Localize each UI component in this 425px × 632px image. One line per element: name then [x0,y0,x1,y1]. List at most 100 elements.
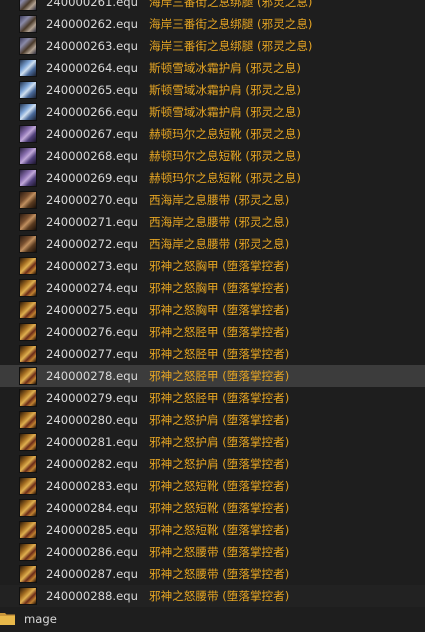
file-description: 赫顿玛尔之息短靴 (邪灵之息) [149,127,301,141]
file-name: 240000276.equ [46,325,138,339]
file-thumbnail-icon [19,389,37,407]
file-description: 邪神之怒胸甲 (堕落掌控者) [149,281,290,295]
file-description: 赫顿玛尔之息短靴 (邪灵之息) [149,149,301,163]
file-thumbnail-icon [19,37,37,55]
file-thumbnail-icon [19,477,37,495]
file-name: 240000271.equ [46,215,138,229]
file-thumbnail-icon [19,367,37,385]
file-description: 海岸三番街之息绑腿 (邪灵之息) [149,0,313,9]
file-item[interactable]: 240000271.equ 西海岸之息腰带 (邪灵之息) [0,211,425,233]
file-description: 西海岸之息腰带 (邪灵之息) [149,237,290,251]
file-item[interactable]: 240000286.equ 邪神之怒腰带 (堕落掌控者) [0,541,425,563]
file-name: 240000269.equ [46,171,138,185]
file-description: 邪神之怒短靴 (堕落掌控者) [149,523,290,537]
file-name: 240000262.equ [46,17,138,31]
file-thumbnail-icon [19,191,37,209]
file-item[interactable]: 240000275.equ 邪神之怒胸甲 (堕落掌控者) [0,299,425,321]
file-thumbnail-icon [19,301,37,319]
file-description: 邪神之怒腰带 (堕落掌控者) [149,589,290,603]
file-item[interactable]: 240000285.equ 邪神之怒短靴 (堕落掌控者) [0,519,425,541]
file-thumbnail-icon [19,81,37,99]
folder-icon [0,613,15,625]
file-description: 赫顿玛尔之息短靴 (邪灵之息) [149,171,301,185]
file-description: 邪神之怒胫甲 (堕落掌控者) [149,369,290,383]
file-thumbnail-icon [19,235,37,253]
file-thumbnail-icon [19,455,37,473]
file-item[interactable]: 240000288.equ 邪神之怒腰带 (堕落掌控者) [0,585,425,607]
file-name: 240000287.equ [46,567,138,581]
file-description: 邪神之怒胫甲 (堕落掌控者) [149,325,290,339]
file-name: 240000286.equ [46,545,138,559]
folder-label: mage [24,612,57,626]
file-description: 邪神之怒腰带 (堕落掌控者) [149,545,290,559]
file-thumbnail-icon [19,565,37,583]
file-item[interactable]: 240000274.equ 邪神之怒胸甲 (堕落掌控者) [0,277,425,299]
file-item[interactable]: 240000280.equ 邪神之怒护肩 (堕落掌控者) [0,409,425,431]
file-description: 邪神之怒短靴 (堕落掌控者) [149,501,290,515]
file-name: 240000265.equ [46,83,138,97]
file-description: 邪神之怒短靴 (堕落掌控者) [149,479,290,493]
file-item[interactable]: 240000262.equ 海岸三番街之息绑腿 (邪灵之息) [0,13,425,35]
file-thumbnail-icon [19,345,37,363]
file-description: 斯顿雪域冰霜护肩 (邪灵之息) [149,83,301,97]
file-name: 240000264.equ [46,61,138,75]
file-item[interactable]: 240000277.equ 邪神之怒胫甲 (堕落掌控者) [0,343,425,365]
file-thumbnail-icon [19,323,37,341]
file-item[interactable]: 240000284.equ 邪神之怒短靴 (堕落掌控者) [0,497,425,519]
file-item[interactable]: 240000267.equ 赫顿玛尔之息短靴 (邪灵之息) [0,123,425,145]
file-thumbnail-icon [19,433,37,451]
file-item[interactable]: 240000261.equ 海岸三番街之息绑腿 (邪灵之息) [0,0,425,13]
file-thumbnail-icon [19,125,37,143]
file-item[interactable]: 240000282.equ 邪神之怒护肩 (堕落掌控者) [0,453,425,475]
file-name: 240000281.equ [46,435,138,449]
file-item[interactable]: 240000279.equ 邪神之怒胫甲 (堕落掌控者) [0,387,425,409]
file-thumbnail-icon [19,279,37,297]
file-name: 240000280.equ [46,413,138,427]
file-name: 240000261.equ [46,0,138,9]
file-item[interactable]: 240000276.equ 邪神之怒胫甲 (堕落掌控者) [0,321,425,343]
file-thumbnail-icon [19,543,37,561]
file-item[interactable]: 240000270.equ 西海岸之息腰带 (邪灵之息) [0,189,425,211]
file-description: 邪神之怒护肩 (堕落掌控者) [149,435,290,449]
file-item[interactable]: 240000273.equ 邪神之怒胸甲 (堕落掌控者) [0,255,425,277]
file-list: 240000261.equ 海岸三番街之息绑腿 (邪灵之息) 240000262.e… [0,0,425,607]
file-name: 240000284.equ [46,501,138,515]
file-item[interactable]: 240000263.equ 海岸三番街之息绑腿 (邪灵之息) [0,35,425,57]
file-thumbnail-icon [19,169,37,187]
file-name: 240000283.equ [46,479,138,493]
file-description: 斯顿雪域冰霜护肩 (邪灵之息) [149,61,301,75]
file-thumbnail-icon [19,147,37,165]
file-thumbnail-icon [19,15,37,33]
file-name: 240000285.equ [46,523,138,537]
file-thumbnail-icon [19,59,37,77]
file-item[interactable]: 240000287.equ 邪神之怒腰带 (堕落掌控者) [0,563,425,585]
file-item[interactable]: 240000265.equ 斯顿雪域冰霜护肩 (邪灵之息) [0,79,425,101]
file-description: 邪神之怒胸甲 (堕落掌控者) [149,303,290,317]
file-description: 海岸三番街之息绑腿 (邪灵之息) [149,39,313,53]
file-item[interactable]: 240000266.equ 斯顿雪域冰霜护肩 (邪灵之息) [0,101,425,123]
file-thumbnail-icon [19,411,37,429]
file-description: 海岸三番街之息绑腿 (邪灵之息) [149,17,313,31]
file-name: 240000267.equ [46,127,138,141]
file-item[interactable]: 240000283.equ 邪神之怒短靴 (堕落掌控者) [0,475,425,497]
file-name: 240000273.equ [46,259,138,273]
file-description: 邪神之怒胸甲 (堕落掌控者) [149,259,290,273]
file-thumbnail-icon [19,499,37,517]
file-name: 240000272.equ [46,237,138,251]
file-name: 240000279.equ [46,391,138,405]
file-item[interactable]: 240000278.equ 邪神之怒胫甲 (堕落掌控者) [0,365,425,387]
file-item[interactable]: 240000264.equ 斯顿雪域冰霜护肩 (邪灵之息) [0,57,425,79]
file-name: 240000282.equ [46,457,138,471]
file-thumbnail-icon [19,103,37,121]
file-item[interactable]: 240000269.equ 赫顿玛尔之息短靴 (邪灵之息) [0,167,425,189]
folder-item-mage[interactable]: mage [0,607,425,632]
file-thumbnail-icon [19,213,37,231]
file-description: 邪神之怒胫甲 (堕落掌控者) [149,347,290,361]
file-thumbnail-icon [19,587,37,605]
file-description: 西海岸之息腰带 (邪灵之息) [149,215,290,229]
file-name: 240000277.equ [46,347,138,361]
file-item[interactable]: 240000272.equ 西海岸之息腰带 (邪灵之息) [0,233,425,255]
file-description: 斯顿雪域冰霜护肩 (邪灵之息) [149,105,301,119]
file-item[interactable]: 240000268.equ 赫顿玛尔之息短靴 (邪灵之息) [0,145,425,167]
file-item[interactable]: 240000281.equ 邪神之怒护肩 (堕落掌控者) [0,431,425,453]
